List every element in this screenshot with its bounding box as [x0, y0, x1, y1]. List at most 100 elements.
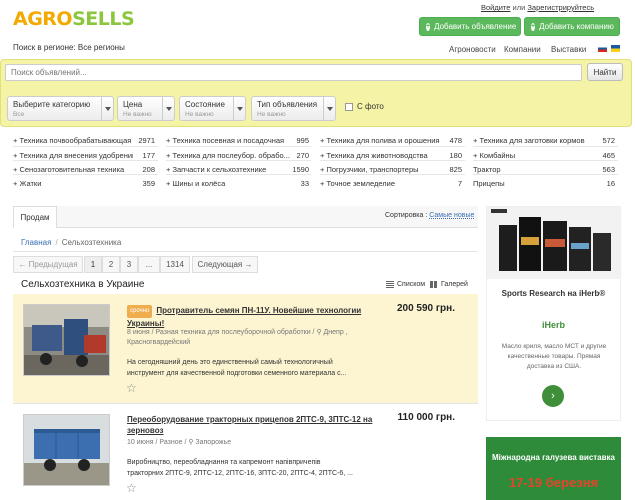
- section-title: Сельхозтехника в Украине: [21, 279, 145, 290]
- category-count: 995: [296, 136, 309, 145]
- category-link[interactable]: + Сенозаготовительная техника: [13, 165, 133, 174]
- add-ad-label: Добавить объявление: [434, 22, 517, 31]
- sort-control: Сортировка : Самые новые: [385, 212, 474, 219]
- breadcrumb-separator: /: [55, 238, 58, 247]
- ad-text: Масло криля, масло МСТ и другие качестве…: [501, 343, 607, 370]
- category-link[interactable]: + Погрузчики, транспортеры: [320, 165, 445, 174]
- listing-description: На сегодняшний день это единственный сам…: [127, 359, 333, 366]
- photo-checkbox[interactable]: [345, 103, 353, 111]
- price-select[interactable]: Цена Не важно: [117, 96, 175, 121]
- register-link[interactable]: Зарегистрируйтесь: [527, 3, 594, 12]
- region-selector[interactable]: Поиск в регионе: Все регионы: [13, 43, 125, 52]
- category-count: 180: [449, 151, 462, 160]
- nav-companies[interactable]: Компании: [504, 45, 541, 54]
- listing-meta: 8 июня / Разная техника для послеуборочн…: [127, 329, 348, 336]
- category-link[interactable]: + Точное земледелие: [320, 179, 445, 188]
- tab-divider: [13, 227, 478, 228]
- region-label: Поиск в регионе:: [13, 43, 76, 52]
- category-count: 478: [449, 136, 462, 145]
- grid-icon: [430, 281, 438, 288]
- add-company-button[interactable]: + Добавить компанию: [524, 17, 620, 36]
- category-link[interactable]: + Техника посевная и посадочная: [166, 136, 291, 145]
- listing-photo[interactable]: [23, 304, 110, 376]
- auth-or: или: [512, 3, 526, 12]
- plus-icon: +: [426, 22, 431, 31]
- category-link[interactable]: + Техника почвообрабатывающая: [13, 136, 133, 145]
- divider: [320, 174, 465, 175]
- listing-title-text: Переоборудование тракторных прицепов 2ПТ…: [127, 415, 373, 424]
- category-link[interactable]: + Техника для полива и орошения: [320, 136, 445, 145]
- flag-ua-icon[interactable]: [611, 45, 620, 52]
- category-select[interactable]: Выберите категорию Все: [7, 96, 114, 121]
- search-button[interactable]: Найти: [587, 63, 623, 81]
- sort-value[interactable]: Самые новые: [429, 212, 474, 219]
- photo-label: С фото: [357, 102, 384, 111]
- iherb-logo: iHerb: [541, 320, 565, 330]
- site-logo[interactable]: AGROSELLS: [13, 8, 135, 30]
- region-value[interactable]: Все регионы: [78, 43, 125, 52]
- logo-part-agro: AGRO: [13, 8, 73, 30]
- breadcrumb-current: Сельхозтехника: [61, 238, 122, 247]
- listing-description: Виробництво, переобладнання та капремонт…: [127, 459, 321, 466]
- view-list-button[interactable]: Списком: [386, 281, 425, 288]
- category-link[interactable]: + Шины и колёса: [166, 179, 291, 188]
- category-link[interactable]: Трактор: [473, 165, 598, 174]
- divider: [166, 146, 311, 147]
- ad-type-select[interactable]: Тип объявления Не важно: [251, 96, 336, 121]
- category-link[interactable]: + Техника для животноводства: [320, 151, 445, 160]
- pagination-next[interactable]: Следующая →: [192, 256, 258, 273]
- category-count: 33: [300, 179, 309, 188]
- pagination-ellipsis: ...: [138, 256, 160, 273]
- filter-value: Не важно: [185, 111, 214, 118]
- pagination-page[interactable]: 2: [102, 256, 120, 273]
- category-link[interactable]: + Жатки: [13, 179, 133, 188]
- divider: [473, 160, 618, 161]
- view-gallery-button[interactable]: Галерей: [430, 281, 468, 288]
- login-link[interactable]: Войдите: [481, 3, 510, 12]
- pagination-page[interactable]: 1314: [160, 256, 190, 273]
- filter-value: Все: [13, 111, 25, 118]
- category-link[interactable]: + Комбайны: [473, 151, 598, 160]
- ad-banner-exhibition[interactable]: Міжнародна галузева виставка 17-19 берез…: [486, 437, 621, 500]
- chevron-down-icon: [323, 97, 335, 120]
- listing-price: 200 590 грн.: [396, 303, 455, 314]
- divider: [166, 160, 311, 161]
- divider: [166, 174, 311, 175]
- favorite-star-icon[interactable]: ☆: [126, 481, 137, 495]
- arrow-right-icon[interactable]: ›: [542, 385, 564, 407]
- listing-title[interactable]: Переоборудование тракторных прицепов 2ПТ…: [127, 414, 377, 425]
- divider: [13, 174, 158, 175]
- auth-links: Войдите или Зарегистрируйтесь: [481, 3, 594, 12]
- nav-news[interactable]: Агроновости: [449, 45, 496, 54]
- favorite-star-icon[interactable]: ☆: [126, 381, 137, 395]
- filter-title: Выберите категорию: [13, 100, 91, 109]
- category-link[interactable]: + Техника для заготовки кормов: [473, 136, 598, 145]
- condition-select[interactable]: Состояние Не важно: [179, 96, 246, 121]
- category-link[interactable]: + Запчасти к сельхозтехнике: [166, 165, 291, 174]
- search-input[interactable]: [5, 64, 582, 81]
- divider: [13, 160, 158, 161]
- chevron-down-icon: [233, 97, 245, 120]
- pagination-page[interactable]: 1: [84, 256, 102, 273]
- pagination-page[interactable]: 3: [120, 256, 138, 273]
- divider: [13, 146, 158, 147]
- pagination-prev[interactable]: ← Предыдущая: [13, 256, 83, 273]
- category-link[interactable]: + Техника для внесения удобрений: [13, 151, 133, 160]
- add-ad-button[interactable]: + Добавить объявление: [419, 17, 521, 36]
- ad-banner-iherb[interactable]: Sports Research на iHerb® iHerb Масло кр…: [486, 206, 621, 421]
- category-count: 270: [296, 151, 309, 160]
- listing-description: инструмент для качественной подготовки с…: [127, 370, 347, 377]
- listing-meta-location: Красногвардейский: [127, 339, 191, 346]
- tab-sell[interactable]: Продам: [13, 206, 57, 228]
- listing-title[interactable]: срочно Протравитель семян ПН-11У. Новейши…: [127, 305, 367, 329]
- category-link[interactable]: + Техника для послеубор. обрабо...: [166, 151, 291, 160]
- breadcrumb-home[interactable]: Главная: [21, 238, 51, 247]
- category-count: 825: [449, 165, 462, 174]
- flag-ru-icon[interactable]: [598, 45, 607, 52]
- logo-part-sells: SELLS: [72, 8, 135, 30]
- listing-title-cont[interactable]: зерновоз: [127, 425, 164, 436]
- nav-exhibitions[interactable]: Выставки: [551, 45, 586, 54]
- category-link[interactable]: Прицепы: [473, 179, 598, 188]
- listing-photo[interactable]: [23, 414, 110, 486]
- view-gallery-label: Галерей: [441, 281, 468, 288]
